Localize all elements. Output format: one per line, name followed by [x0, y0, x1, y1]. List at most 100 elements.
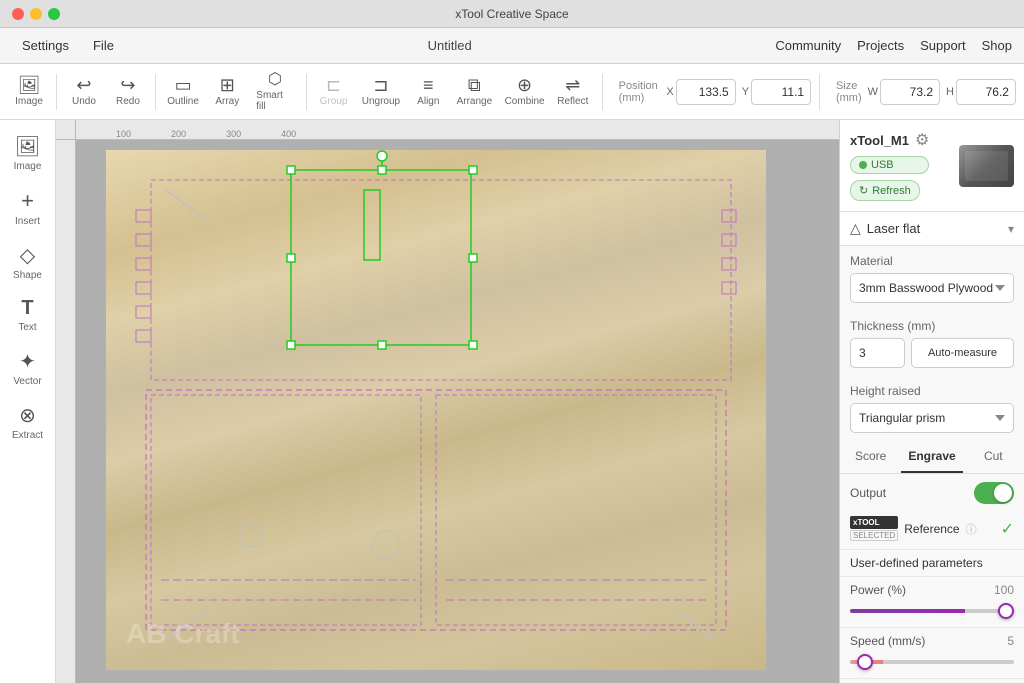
- ruler-tick-400: 400: [281, 129, 296, 139]
- toolbar-divider-3: [306, 74, 307, 110]
- toolbar-divider-5: [819, 74, 820, 110]
- support-link[interactable]: Support: [920, 38, 966, 53]
- position-group: Position (mm) X Y: [619, 79, 811, 105]
- position-label: Position (mm): [619, 80, 661, 104]
- refresh-icon: ↻: [859, 184, 868, 197]
- document-title: Untitled: [428, 38, 472, 53]
- reflect-icon: ⇌: [565, 76, 580, 94]
- h-input[interactable]: [956, 79, 1016, 105]
- sidebar-item-insert[interactable]: + Insert: [4, 182, 52, 233]
- main-tools: 🖼 Image ↩ Undo ↪ Redo ▭ Outline ⊞ Array …: [8, 68, 594, 116]
- laser-mode-selector[interactable]: △ Laser flat ▾: [840, 212, 1024, 246]
- redo-btn[interactable]: ↪ Redo: [107, 72, 149, 111]
- pass-row: Pass: [840, 679, 1024, 683]
- align-btn[interactable]: ≡ Align: [407, 72, 449, 111]
- smart-fill-btn[interactable]: ⬡ Smart fill: [250, 68, 299, 116]
- sidebar-item-image[interactable]: 🖼 Image: [4, 128, 52, 178]
- menu-bar: Settings File Untitled Community Project…: [0, 28, 1024, 64]
- info-icon[interactable]: ⓘ: [966, 521, 977, 537]
- image-tool-btn[interactable]: 🖼 Image: [8, 72, 50, 111]
- speed-label: Speed (mm/s): [850, 634, 925, 648]
- outline-btn[interactable]: ▭ Outline: [162, 72, 204, 111]
- extract-sidebar-label: Extract: [12, 430, 43, 441]
- workspace[interactable]: AB Craft: [76, 140, 839, 683]
- size-group: Size (mm) W H: [836, 79, 1016, 105]
- tab-score[interactable]: Score: [840, 441, 901, 473]
- material-select[interactable]: 3mm Basswood Plywood: [850, 273, 1014, 303]
- minimize-button[interactable]: [30, 8, 42, 20]
- shop-link[interactable]: Shop: [982, 38, 1012, 53]
- user-defined-params[interactable]: User-defined parameters: [840, 550, 1024, 577]
- sidebar-item-extract[interactable]: ⊗ Extract: [4, 397, 52, 447]
- settings-menu[interactable]: Settings: [12, 34, 79, 57]
- power-value: 100: [994, 583, 1014, 597]
- y-input[interactable]: [751, 79, 811, 105]
- sidebar-item-vector[interactable]: ✦ Vector: [4, 343, 52, 393]
- tab-engrave[interactable]: Engrave: [901, 441, 962, 473]
- toggle-knob: [994, 484, 1012, 502]
- reflect-btn[interactable]: ⇌ Reflect: [552, 72, 594, 111]
- refresh-button[interactable]: ↻ Refresh: [850, 180, 920, 201]
- combine-btn[interactable]: ⊕ Combine: [499, 72, 549, 111]
- undo-btn[interactable]: ↩ Undo: [63, 72, 105, 111]
- ruler-tick-100: 100: [116, 129, 131, 139]
- toolbar-divider-2: [155, 74, 156, 110]
- speed-label-row: Speed (mm/s) 5: [850, 634, 1014, 648]
- text-sidebar-label: Text: [18, 322, 36, 333]
- canvas-area[interactable]: 100 200 300 400: [56, 120, 839, 683]
- community-link[interactable]: Community: [775, 38, 841, 53]
- file-menu[interactable]: File: [83, 34, 124, 57]
- canvas-svg: [106, 150, 766, 670]
- sidebar-item-text[interactable]: T Text: [4, 291, 52, 339]
- auto-measure-button[interactable]: Auto-measure: [911, 338, 1014, 368]
- undo-label: Undo: [72, 96, 96, 107]
- device-settings-icon[interactable]: ⚙: [915, 130, 929, 150]
- reference-check-icon: ✓: [1001, 519, 1014, 539]
- maximize-button[interactable]: [48, 8, 60, 20]
- left-sidebar: 🖼 Image + Insert ◇ Shape T Text ✦ Vector…: [0, 120, 56, 683]
- text-sidebar-icon: T: [21, 297, 33, 320]
- align-label: Align: [417, 96, 439, 107]
- output-label: Output: [850, 486, 886, 500]
- w-input[interactable]: [880, 79, 940, 105]
- speed-slider[interactable]: [850, 660, 1014, 664]
- outline-icon: ▭: [175, 76, 192, 94]
- thickness-input[interactable]: [850, 338, 905, 368]
- reference-left: xTOOL SELECTED Reference ⓘ: [850, 516, 977, 541]
- ruler-top: 100 200 300 400: [76, 120, 839, 140]
- speed-slider-container: [850, 652, 1014, 672]
- main-layout: 🖼 Image + Insert ◇ Shape T Text ✦ Vector…: [0, 120, 1024, 683]
- usb-badge: USB: [850, 156, 929, 174]
- array-icon: ⊞: [220, 76, 235, 94]
- height-raised-select[interactable]: Triangular prism: [850, 403, 1014, 433]
- smart-fill-label: Smart fill: [256, 90, 293, 112]
- window-controls[interactable]: [12, 8, 60, 20]
- combine-icon: ⊕: [517, 76, 532, 94]
- vector-sidebar-icon: ✦: [19, 349, 36, 374]
- ungroup-btn[interactable]: ⊐ Ungroup: [357, 72, 406, 111]
- image-icon: 🖼: [18, 76, 41, 94]
- w-input-group: W: [868, 79, 940, 105]
- height-raised-label: Height raised: [850, 384, 1014, 398]
- window-title: xTool Creative Space: [455, 7, 568, 21]
- power-slider[interactable]: [850, 609, 1014, 613]
- thickness-section: Thickness (mm) Auto-measure: [840, 311, 1024, 376]
- output-toggle[interactable]: [974, 482, 1014, 504]
- close-button[interactable]: [12, 8, 24, 20]
- projects-link[interactable]: Projects: [857, 38, 904, 53]
- power-section: Power (%) 100: [840, 577, 1024, 628]
- tab-cut[interactable]: Cut: [963, 441, 1024, 473]
- size-label: Size (mm): [836, 80, 862, 104]
- insert-sidebar-icon: +: [21, 188, 34, 214]
- align-icon: ≡: [423, 76, 434, 94]
- arrange-btn[interactable]: ⧉ Arrange: [451, 72, 497, 111]
- xtool-brand-badge: xTOOL: [850, 516, 898, 529]
- x-input[interactable]: [676, 79, 736, 105]
- sidebar-item-shape[interactable]: ◇ Shape: [4, 237, 52, 287]
- smart-fill-icon: ⬡: [268, 72, 282, 88]
- ruler-tick-300: 300: [226, 129, 241, 139]
- arrange-icon: ⧉: [468, 76, 481, 94]
- array-btn[interactable]: ⊞ Array: [206, 72, 248, 111]
- toolbar: 🖼 Image ↩ Undo ↪ Redo ▭ Outline ⊞ Array …: [0, 64, 1024, 120]
- group-btn[interactable]: ⊏ Group: [313, 72, 355, 111]
